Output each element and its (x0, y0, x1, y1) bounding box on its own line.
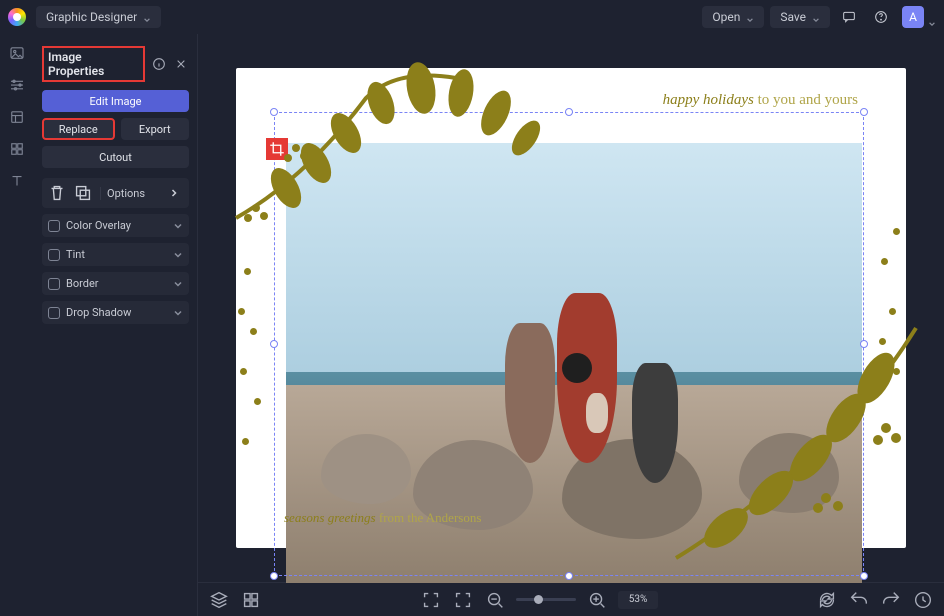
layers-icon[interactable] (208, 589, 230, 611)
leaf-decoration (226, 58, 566, 238)
checkbox[interactable] (48, 278, 60, 290)
side-panel: Image Properties Edit Image Replace Expo… (34, 34, 198, 616)
chevron-down-icon (746, 13, 754, 21)
handle-w[interactable] (270, 340, 278, 348)
acc-color-overlay[interactable]: Color Overlay (42, 214, 189, 237)
chevron-down-icon[interactable] (928, 13, 936, 21)
leaf-decoration (666, 308, 926, 568)
chevron-down-icon (173, 221, 183, 231)
avatar[interactable]: A (902, 6, 924, 28)
acc-drop-shadow[interactable]: Drop Shadow (42, 301, 189, 324)
elements-tool-icon[interactable] (8, 140, 26, 158)
handle-sw[interactable] (270, 572, 278, 580)
canvas-area: happy holidays to you and yours seasons … (198, 34, 944, 616)
chevron-down-icon (173, 250, 183, 260)
handle-ne[interactable] (860, 108, 868, 116)
topbar: Graphic Designer Open Save A (0, 0, 944, 34)
history-icon[interactable] (912, 589, 934, 611)
design-card[interactable]: happy holidays to you and yours seasons … (236, 68, 906, 548)
panel-title: Image Properties (42, 46, 145, 82)
image-tool-icon[interactable] (8, 44, 26, 62)
chevron-down-icon (143, 13, 151, 21)
zoom-in-icon[interactable] (586, 589, 608, 611)
help-icon[interactable] (868, 4, 894, 30)
chevron-down-icon (173, 279, 183, 289)
options-button[interactable]: Options (100, 187, 159, 200)
checkbox[interactable] (48, 220, 60, 232)
app-logo (8, 8, 26, 26)
bottom-bar: 53% (198, 582, 944, 616)
checkbox[interactable] (48, 249, 60, 261)
zoom-out-icon[interactable] (484, 589, 506, 611)
adjust-tool-icon[interactable] (8, 76, 26, 94)
acc-border[interactable]: Border (42, 272, 189, 295)
comments-icon[interactable] (836, 4, 862, 30)
role-label: Graphic Designer (46, 10, 137, 24)
handle-s[interactable] (565, 572, 573, 580)
zoom-percent[interactable]: 53% (618, 591, 658, 609)
chevron-down-icon (173, 308, 183, 318)
undo-icon[interactable] (848, 589, 870, 611)
close-icon[interactable] (173, 56, 189, 72)
zoom-slider[interactable] (516, 598, 576, 601)
chevron-down-icon (812, 13, 820, 21)
fit-icon[interactable] (452, 589, 474, 611)
open-button[interactable]: Open (702, 6, 764, 28)
replace-button[interactable]: Replace (42, 118, 115, 140)
duplicate-icon[interactable] (72, 182, 94, 204)
stage[interactable]: happy holidays to you and yours seasons … (198, 34, 944, 582)
acc-tint[interactable]: Tint (42, 243, 189, 266)
card-heading[interactable]: happy holidays to you and yours (663, 92, 858, 109)
handle-n[interactable] (565, 108, 573, 116)
info-icon[interactable] (151, 56, 167, 72)
toolstrip (0, 34, 34, 616)
edit-image-button[interactable]: Edit Image (42, 90, 189, 112)
cutout-button[interactable]: Cutout (42, 146, 189, 168)
grid-icon[interactable] (240, 589, 262, 611)
export-button[interactable]: Export (121, 118, 190, 140)
handle-se[interactable] (860, 572, 868, 580)
redo-icon[interactable] (880, 589, 902, 611)
save-button[interactable]: Save (770, 6, 830, 28)
role-select[interactable]: Graphic Designer (36, 6, 161, 28)
delete-icon[interactable] (46, 182, 68, 204)
fullscreen-icon[interactable] (420, 589, 442, 611)
card-footer[interactable]: seasons greetings from the Andersons (284, 510, 481, 526)
refresh-icon[interactable] (816, 589, 838, 611)
options-row: Options (42, 178, 189, 208)
template-tool-icon[interactable] (8, 108, 26, 126)
text-tool-icon[interactable] (8, 172, 26, 190)
checkbox[interactable] (48, 307, 60, 319)
chevron-right-icon (163, 182, 185, 204)
